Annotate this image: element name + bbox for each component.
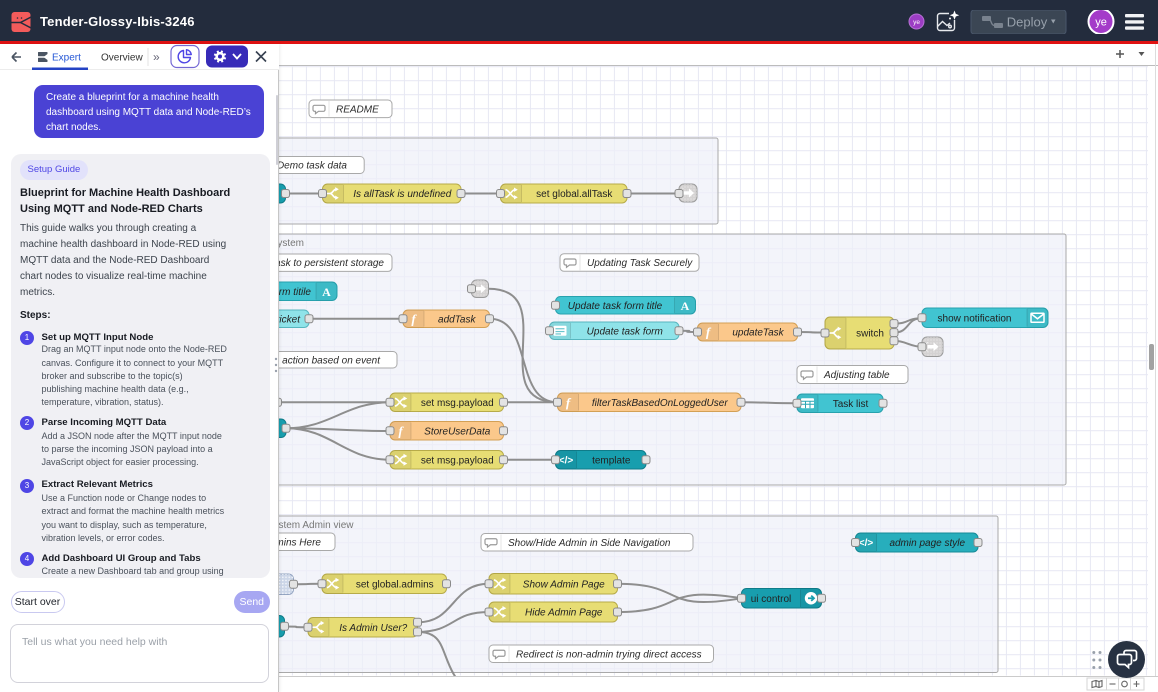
svg-text:</>: </> <box>559 455 574 466</box>
svg-text:template: template <box>592 455 631 466</box>
svg-text:Overview: Overview <box>101 53 143 64</box>
svg-text:addTask: addTask <box>438 314 476 325</box>
svg-text:Expert: Expert <box>52 53 81 64</box>
svg-text:StoreUserData: StoreUserData <box>424 426 491 437</box>
svg-text:Show/Hide Admin in Side Naviga: Show/Hide Admin in Side Navigation <box>508 538 671 549</box>
svg-text:Task list: Task list <box>833 399 869 410</box>
svg-text:ye: ye <box>1095 17 1107 29</box>
svg-text:README: README <box>336 104 379 115</box>
svg-text:Demo task data: Demo task data <box>277 161 347 172</box>
svg-text:Show Admin Page: Show Admin Page <box>523 579 605 590</box>
svg-text:switch: switch <box>856 329 884 340</box>
svg-text:</>: </> <box>859 538 874 549</box>
svg-text:updateTask: updateTask <box>732 328 784 339</box>
svg-text:Redirect is non-admin trying d: Redirect is non-admin trying direct acce… <box>516 649 702 660</box>
svg-text:Is Admin User?: Is Admin User? <box>339 623 407 634</box>
svg-text:A: A <box>681 299 690 313</box>
svg-text:ye: ye <box>913 19 920 26</box>
svg-text:Updating Task Securely: Updating Task Securely <box>587 258 693 269</box>
svg-text:set msg.payload: set msg.payload <box>421 455 494 466</box>
svg-text:Update task form title: Update task form title <box>568 301 663 312</box>
svg-text:admin page style: admin page style <box>889 538 965 549</box>
svg-text:filterTaskBasedOnLoggedUser: filterTaskBasedOnLoggedUser <box>592 398 728 409</box>
svg-text:set msg.payload: set msg.payload <box>421 398 494 409</box>
svg-text:set global.allTask: set global.allTask <box>536 189 613 200</box>
svg-text:Deploy: Deploy <box>1007 15 1048 30</box>
svg-text:Adjusting table: Adjusting table <box>823 370 890 381</box>
svg-text:set global.admins: set global.admins <box>356 579 434 590</box>
svg-text:Hide Admin Page: Hide Admin Page <box>525 608 603 619</box>
svg-text:Is allTask is undefined: Is allTask is undefined <box>353 189 451 200</box>
svg-text:»: » <box>153 50 160 64</box>
svg-text:ui control: ui control <box>751 594 792 605</box>
svg-text:Update task form: Update task form <box>587 326 663 337</box>
svg-text:A: A <box>322 285 331 299</box>
svg-text:show notification: show notification <box>938 313 1012 324</box>
